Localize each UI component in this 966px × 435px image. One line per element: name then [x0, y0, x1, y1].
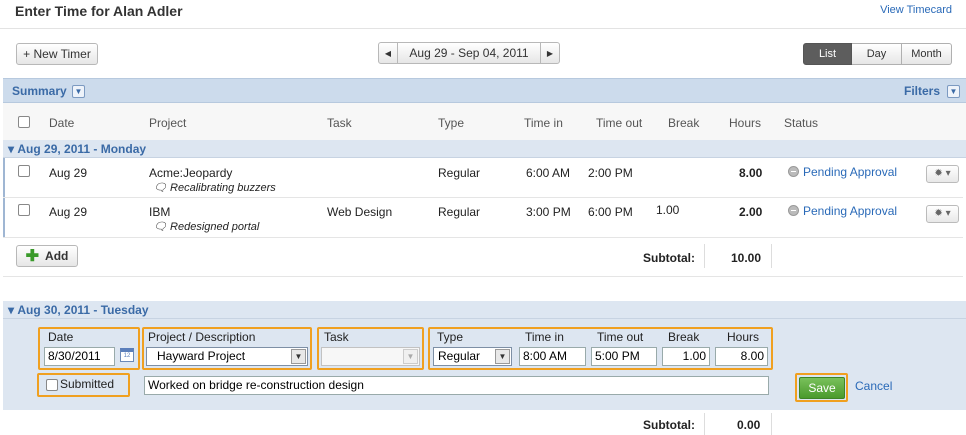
pending-icon	[788, 166, 799, 177]
add-entry-button[interactable]: ✚ Add	[16, 245, 78, 267]
entry-checkbox[interactable]	[18, 165, 30, 177]
task-select[interactable]: ▼	[321, 347, 420, 366]
view-timecard-link[interactable]: View Timecard	[880, 4, 952, 16]
entry-project: Acme:Jeopardy	[149, 166, 233, 180]
day-header-monday[interactable]: ▾ Aug 29, 2011 - Monday	[3, 140, 966, 158]
col-break[interactable]: Break	[668, 116, 699, 130]
subtotal-label: Subtotal:	[643, 251, 695, 265]
submitted-label[interactable]: Submitted	[60, 377, 114, 391]
time-in-input[interactable]: 8:00 AM	[519, 347, 586, 366]
entry-note-text: Recalibrating buzzers	[170, 182, 276, 194]
plus-icon: ✚	[25, 248, 40, 265]
entry-time-out: 2:00 PM	[588, 166, 633, 180]
view-day-button[interactable]: Day	[852, 43, 902, 65]
break-label: Break	[668, 330, 700, 344]
col-time-in[interactable]: Time in	[524, 116, 563, 130]
entry-time-in: 3:00 PM	[526, 205, 571, 219]
break-input[interactable]: 1.00	[662, 347, 710, 366]
entry-date: Aug 29	[49, 205, 88, 219]
task-label: Task	[324, 330, 349, 344]
entry-project: IBM	[149, 205, 171, 219]
summary-toggle-icon[interactable]: ▼	[72, 85, 85, 98]
subtotal-value: 0.00	[737, 418, 761, 432]
day-header-tuesday[interactable]: ▾ Aug 30, 2011 - Tuesday	[3, 301, 966, 319]
entry-task: Web Design	[327, 205, 393, 219]
prev-week-icon[interactable]: ◀	[378, 42, 398, 64]
project-label: Project / Description	[148, 330, 256, 344]
subtotal-divider	[771, 413, 772, 435]
col-date[interactable]: Date	[49, 116, 74, 130]
row-divider	[3, 197, 963, 198]
entry-date: Aug 29	[49, 166, 88, 180]
view-toggle: List Day Month	[803, 43, 952, 65]
filters-label[interactable]: Filters	[904, 84, 940, 98]
hours-label: Hours	[727, 330, 760, 344]
col-status[interactable]: Status	[784, 116, 818, 130]
time-out-label: Time out	[597, 330, 644, 344]
calendar-icon[interactable]: 12	[120, 348, 134, 362]
subtotal-label: Subtotal:	[643, 418, 695, 432]
next-week-icon[interactable]: ▶	[540, 42, 560, 64]
save-button[interactable]: Save	[799, 377, 845, 399]
entry-break: 1.00	[656, 203, 680, 217]
entry-actions-gear-icon[interactable]: ✹ ▾	[926, 165, 959, 183]
filters-toggle-icon[interactable]: ▼	[947, 85, 960, 98]
new-timer-button[interactable]: + New Timer	[16, 43, 98, 65]
summary-bar: Summary ▼ Filters ▼	[3, 78, 966, 103]
col-hours[interactable]: Hours	[729, 116, 761, 130]
type-select[interactable]: Regular ▼	[433, 347, 512, 366]
col-task[interactable]: Task	[327, 116, 352, 130]
comment-icon: 🗨	[153, 182, 167, 194]
row-divider	[3, 237, 963, 238]
day-label: ▾ Aug 29, 2011 - Monday	[8, 142, 147, 156]
select-all-checkbox[interactable]	[18, 116, 30, 128]
page-title: Enter Time for Alan Adler	[15, 3, 183, 19]
submitted-checkbox[interactable]	[46, 379, 58, 391]
time-in-label: Time in	[525, 330, 564, 344]
entry-time-in: 6:00 AM	[526, 166, 571, 180]
entry-note: 🗨 Redesigned portal	[153, 220, 259, 233]
pending-icon	[788, 205, 799, 216]
view-month-button[interactable]: Month	[902, 43, 952, 65]
col-type[interactable]: Type	[438, 116, 464, 130]
date-input[interactable]: 8/30/2011	[44, 347, 115, 366]
entry-status[interactable]: Pending Approval	[788, 204, 897, 218]
day-divider	[3, 276, 963, 277]
comment-icon: 🗨	[153, 221, 167, 233]
summary-label[interactable]: Summary	[12, 84, 67, 98]
col-project[interactable]: Project	[149, 116, 186, 130]
subtotal-divider	[771, 244, 772, 268]
chevron-down-icon: ▼	[495, 349, 510, 364]
cancel-link[interactable]: Cancel	[855, 379, 892, 393]
entry-note-text: Redesigned portal	[170, 221, 260, 233]
day-label: ▾ Aug 30, 2011 - Tuesday	[8, 303, 149, 317]
entry-actions-gear-icon[interactable]: ✹ ▾	[926, 205, 959, 223]
entry-hours: 8.00	[739, 166, 763, 180]
entry-status[interactable]: Pending Approval	[788, 165, 897, 179]
chevron-down-icon: ▼	[291, 349, 306, 364]
subtotal-divider	[704, 244, 705, 268]
entry-type: Regular	[438, 166, 481, 180]
entry-checkbox[interactable]	[18, 204, 30, 216]
entry-type: Regular	[438, 205, 481, 219]
view-list-button[interactable]: List	[803, 43, 852, 65]
date-navigator: ◀ Aug 29 - Sep 04, 2011 ▶	[378, 42, 560, 64]
day-group-marker	[3, 158, 5, 238]
column-header-row: Date Project Task Type Time in Time out …	[3, 103, 966, 143]
description-input[interactable]: Worked on bridge re-construction design	[144, 376, 769, 395]
hours-input[interactable]: 8.00	[715, 347, 768, 366]
subtotal-divider	[704, 413, 705, 435]
entry-note: 🗨 Recalibrating buzzers	[153, 181, 276, 194]
time-out-input[interactable]: 5:00 PM	[591, 347, 657, 366]
project-select[interactable]: Hayward Project ▼	[146, 347, 308, 366]
date-label: Date	[48, 330, 74, 344]
entry-time-out: 6:00 PM	[588, 205, 633, 219]
type-label: Type	[437, 330, 464, 344]
subtotal-value: 10.00	[731, 251, 762, 265]
chevron-down-icon: ▼	[403, 349, 418, 364]
header-divider	[0, 28, 966, 29]
date-range-label[interactable]: Aug 29 - Sep 04, 2011	[398, 42, 540, 64]
col-time-out[interactable]: Time out	[596, 116, 642, 130]
entry-hours: 2.00	[739, 205, 763, 219]
